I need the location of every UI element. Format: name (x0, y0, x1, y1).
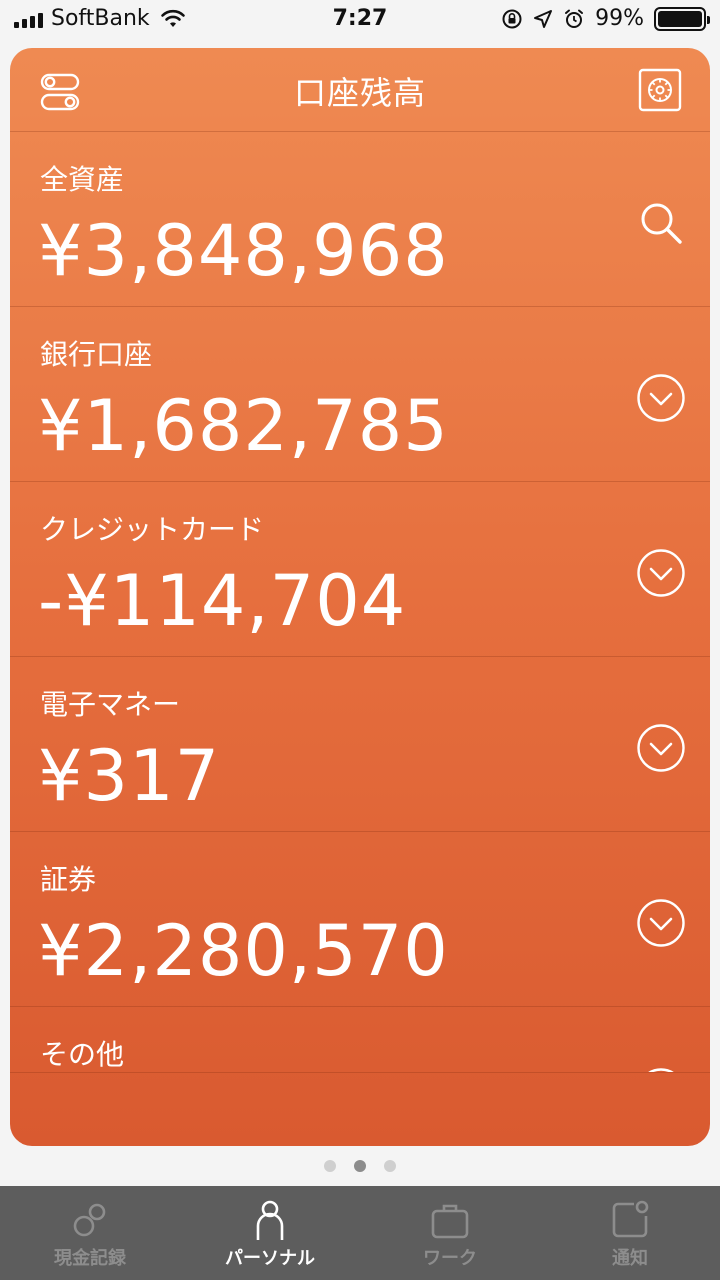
chevron-down-circle-icon[interactable] (636, 1067, 686, 1073)
tab-label: 現金記録 (54, 1248, 126, 1269)
chevron-down-circle-icon[interactable] (636, 723, 686, 773)
status-right: 99% (501, 6, 710, 31)
tab-personal[interactable]: パーソナル (180, 1186, 360, 1280)
section-amount: ¥3,848,968 (38, 210, 449, 292)
tab-work[interactable]: ワーク (360, 1186, 540, 1280)
card-header: 口座残高 (10, 48, 710, 132)
chevron-down-circle-icon[interactable] (636, 548, 686, 598)
tab-cash-record[interactable]: 現金記録 (0, 1186, 180, 1280)
section-other[interactable]: その他 (10, 1007, 710, 1073)
section-amount: -¥114,704 (38, 560, 407, 642)
section-credit-cards[interactable]: クレジットカード -¥114,704 (10, 482, 710, 657)
tab-bar: 現金記録 パーソナル ワーク 通知 (0, 1186, 720, 1280)
tab-label: 通知 (612, 1248, 648, 1269)
tab-notifications[interactable]: 通知 (540, 1186, 720, 1280)
section-total-assets[interactable]: 全資産 ¥3,848,968 (10, 132, 710, 307)
location-arrow-icon (534, 9, 553, 28)
section-bank-accounts[interactable]: 銀行口座 ¥1,682,785 (10, 307, 710, 482)
briefcase-icon (431, 1204, 469, 1239)
page-dot-active[interactable] (354, 1160, 366, 1172)
page-dot[interactable] (384, 1160, 396, 1172)
battery-icon (654, 6, 710, 31)
section-amount: ¥317 (38, 735, 221, 817)
alarm-icon (565, 9, 584, 28)
section-label: クレジットカード (40, 513, 265, 546)
section-label: 証券 (40, 863, 97, 896)
section-label: その他 (40, 1038, 125, 1071)
section-securities[interactable]: 証券 ¥2,280,570 (10, 832, 710, 1007)
tab-label: ワーク (423, 1248, 477, 1269)
section-e-money[interactable]: 電子マネー ¥317 (10, 657, 710, 832)
account-balance-card: 口座残高 全資産 ¥3,848,968 銀行口座 ¥1,682,785 クレジッ… (10, 48, 710, 1146)
section-label: 全資産 (40, 163, 125, 196)
section-label: 銀行口座 (40, 338, 153, 371)
search-icon[interactable] (636, 198, 686, 248)
notification-icon (612, 1200, 649, 1238)
orientation-lock-icon (502, 9, 522, 28)
section-label: 電子マネー (40, 688, 181, 721)
page-title: 口座残高 (293, 74, 426, 112)
page-indicator (0, 1160, 720, 1172)
page-dot[interactable] (324, 1160, 336, 1172)
tab-label: パーソナル (225, 1248, 315, 1269)
cash-record-icon (73, 1203, 106, 1237)
person-icon (256, 1200, 284, 1240)
section-amount: ¥1,682,785 (38, 385, 449, 467)
safe-icon[interactable] (638, 68, 682, 112)
chevron-down-circle-icon[interactable] (636, 898, 686, 948)
section-amount: ¥2,280,570 (38, 910, 449, 992)
chevron-down-circle-icon[interactable] (636, 373, 686, 423)
status-bar: SoftBank 7:27 99% (0, 0, 720, 40)
battery-percent: 99% (595, 6, 644, 31)
